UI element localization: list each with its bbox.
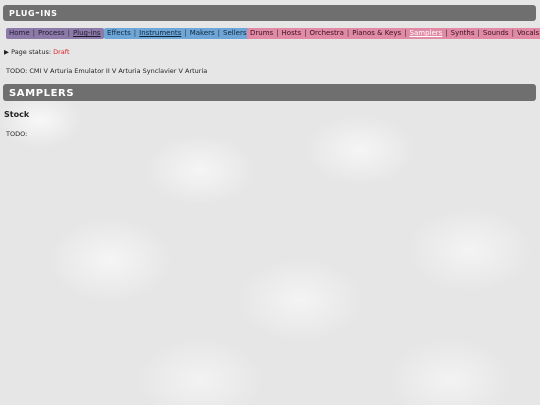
- nav-synths-link[interactable]: Synths: [451, 29, 475, 37]
- nav-samplers-link[interactable]: Samplers: [410, 29, 443, 37]
- nav-main: Home | Process | Plug-ins: [6, 28, 104, 39]
- nav-drums-link[interactable]: Drums: [250, 29, 273, 37]
- nav-pianos-keys-link[interactable]: Pianos & Keys: [352, 29, 401, 37]
- section-title: Samplers: [3, 84, 536, 101]
- nav-sellers-link[interactable]: Sellers: [223, 29, 246, 37]
- nav-instrument-types: Drums | Hosts | Orchestra | Pianos & Keys | Samp…: [247, 28, 540, 39]
- nav-orchestra-link[interactable]: Orchestra: [309, 29, 343, 37]
- section-todo: TODO:: [6, 130, 28, 138]
- nav-home-link[interactable]: Home: [9, 29, 30, 37]
- subheading-stock: Stock: [4, 110, 30, 119]
- page-status-label: ▶ Page status:: [4, 48, 54, 56]
- nav-categories: Effects | Instruments | Makers | Sellers: [104, 28, 250, 39]
- page-status-value: Draft: [53, 48, 70, 56]
- nav-makers-link[interactable]: Makers: [190, 29, 215, 37]
- nav-vocals-link[interactable]: Vocals: [517, 29, 539, 37]
- nav-instruments-link[interactable]: Instruments: [139, 29, 181, 37]
- nav-hosts-link[interactable]: Hosts: [282, 29, 302, 37]
- page-header: Plug-ins: [3, 5, 536, 21]
- nav-process-link[interactable]: Process: [38, 29, 65, 37]
- nav-effects-link[interactable]: Effects: [107, 29, 131, 37]
- todo-line: TODO: CMI V Arturia Emulator II V Arturi…: [6, 67, 208, 75]
- nav-plugins-link[interactable]: Plug-ins: [73, 29, 101, 37]
- nav-sounds-link[interactable]: Sounds: [483, 29, 509, 37]
- page-status[interactable]: ▶ Page status: Draft: [4, 48, 70, 56]
